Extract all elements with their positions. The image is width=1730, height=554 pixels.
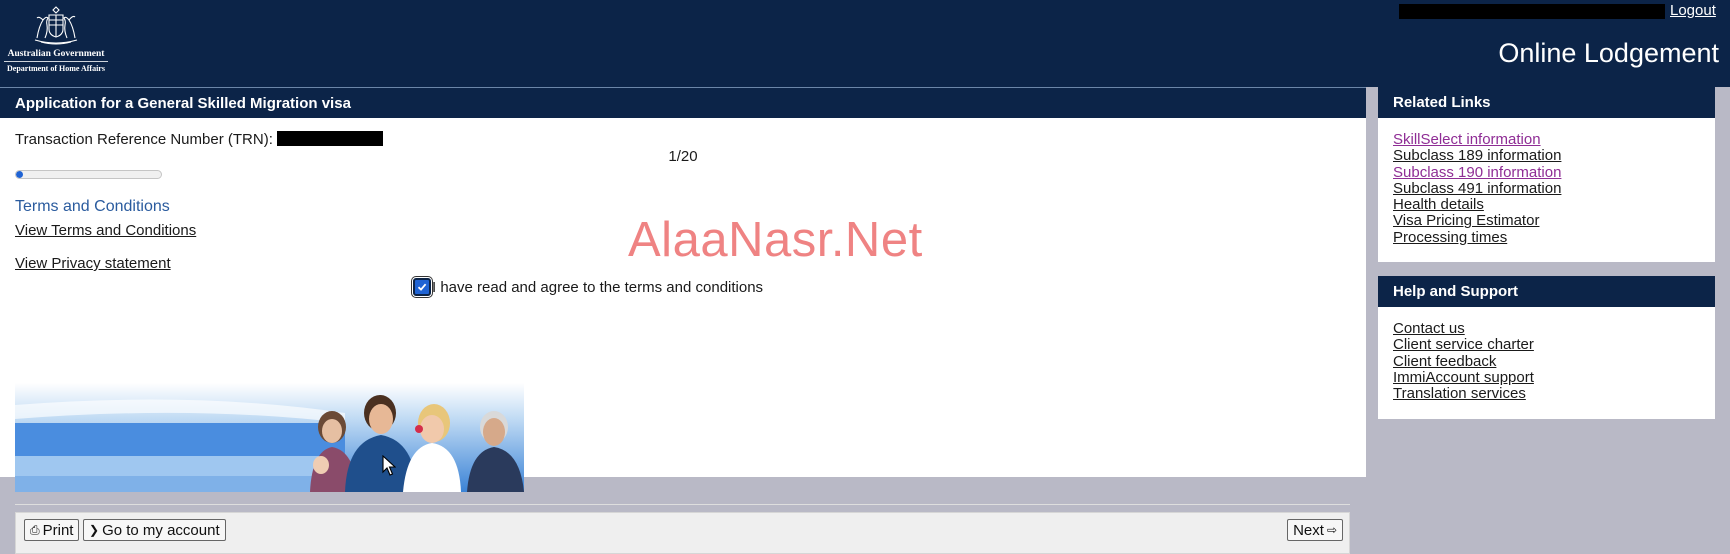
related-link[interactable]: Processing times — [1393, 229, 1715, 246]
printer-icon: ⎙ — [30, 522, 40, 537]
app-title: Online Lodgement — [1498, 38, 1719, 68]
help-support-link[interactable]: Translation services — [1393, 385, 1715, 402]
agree-terms-label: I have read and agree to the terms and c… — [432, 278, 764, 296]
related-links-list: SkillSelect information Subclass 189 info… — [1378, 118, 1715, 246]
agree-terms-checkbox[interactable] — [413, 278, 431, 296]
family-banner-image — [15, 383, 524, 492]
help-support-list: Contact us Client service charter Client f… — [1378, 307, 1715, 402]
help-support-heading: Help and Support — [1378, 276, 1715, 307]
related-link[interactable]: Subclass 190 information — [1393, 164, 1715, 181]
progress-step-text: 1/20 — [668, 148, 698, 165]
related-link[interactable]: Subclass 491 information — [1393, 180, 1715, 197]
main-panel: Application for a General Skilled Migrat… — [0, 87, 1366, 554]
action-bar: ⎙ Print ❯ Go to my account Next ⇨ — [15, 512, 1350, 554]
username-redacted — [1399, 4, 1665, 19]
logout-link[interactable]: Logout — [1670, 2, 1716, 19]
government-name: Australian Government — [7, 49, 105, 59]
related-link[interactable]: Visa Pricing Estimator — [1393, 213, 1715, 230]
related-link[interactable]: SkillSelect information — [1393, 131, 1715, 148]
view-terms-link[interactable]: View Terms and Conditions — [15, 222, 196, 239]
print-button[interactable]: ⎙ Print — [24, 519, 80, 541]
checkmark-icon — [417, 283, 427, 291]
help-support-link[interactable]: Client service charter — [1393, 336, 1715, 353]
government-logo: Australian Government Department of Home… — [0, 4, 112, 74]
site-header: Australian Government Department of Home… — [0, 0, 1730, 87]
help-support-panel: Help and Support Contact us Client servic… — [1378, 276, 1715, 419]
arrow-right-icon: ⇨ — [1326, 523, 1337, 537]
trn-label: Transaction Reference Number (TRN): — [15, 131, 273, 148]
chevron-right-icon: ❯ — [89, 523, 100, 537]
related-links-panel: Related Links SkillSelect information Sub… — [1378, 87, 1715, 262]
view-privacy-link[interactable]: View Privacy statement — [15, 255, 171, 272]
mouse-pointer-icon — [382, 455, 396, 476]
progress-bar — [15, 170, 162, 179]
trn-row: Transaction Reference Number (TRN): — [15, 131, 383, 148]
coat-of-arms-icon — [34, 6, 78, 45]
related-link[interactable]: Health details — [1393, 196, 1715, 213]
next-button[interactable]: Next ⇨ — [1287, 519, 1343, 541]
related-link[interactable]: Subclass 189 information — [1393, 147, 1715, 164]
help-support-link[interactable]: ImmiAccount support — [1393, 369, 1715, 386]
section-divider — [15, 504, 1350, 505]
progress-bar-fill — [16, 171, 24, 178]
agree-terms-row: I have read and agree to the terms and c… — [413, 278, 763, 296]
next-button-label: Next — [1293, 521, 1324, 539]
help-support-link[interactable]: Client feedback — [1393, 353, 1715, 370]
trn-value-redacted — [276, 131, 383, 146]
watermark-text: AlaaNasr.Net — [628, 213, 923, 267]
page-title: Application for a General Skilled Migrat… — [0, 87, 1366, 118]
help-support-link[interactable]: Contact us — [1393, 320, 1715, 337]
go-to-account-label: Go to my account — [102, 521, 220, 539]
department-name: Department of Home Affairs — [7, 64, 105, 73]
logo-divider — [4, 61, 108, 62]
related-links-heading: Related Links — [1378, 87, 1715, 118]
go-to-account-button[interactable]: ❯ Go to my account — [83, 519, 226, 541]
terms-heading: Terms and Conditions — [15, 198, 170, 215]
print-button-label: Print — [42, 521, 74, 539]
